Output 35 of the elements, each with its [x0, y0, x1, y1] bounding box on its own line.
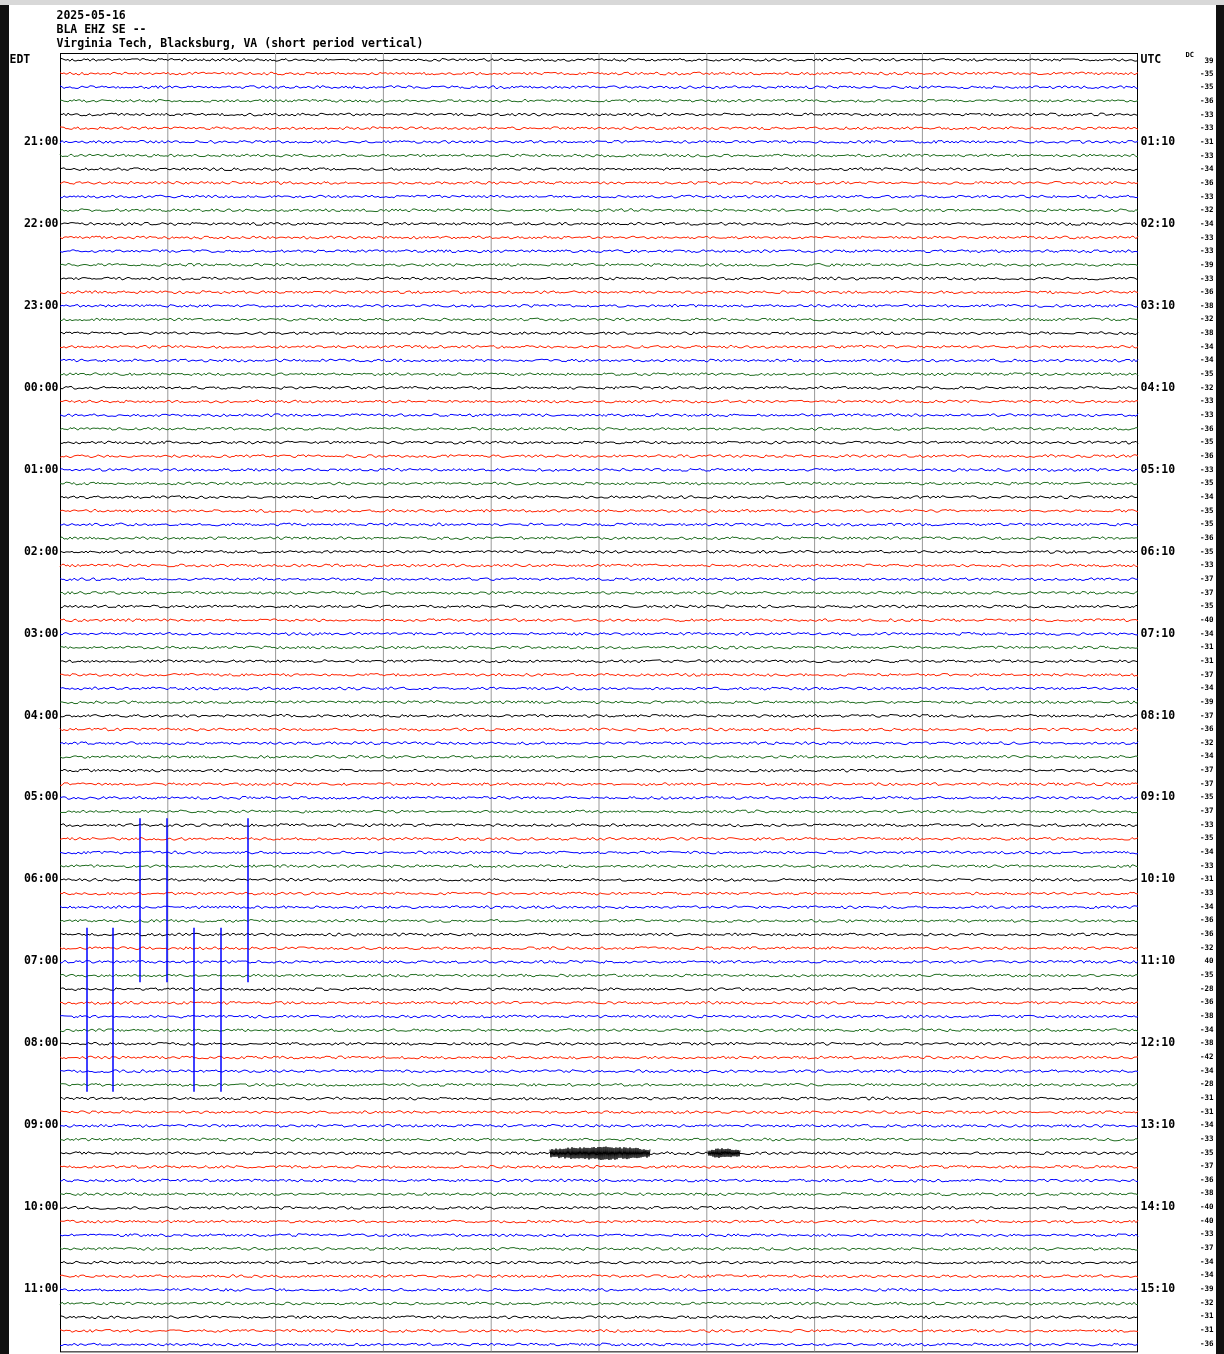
- time-label: 09:10: [1139, 790, 1176, 805]
- time-label: 03:10: [1139, 298, 1176, 313]
- time-label: 23:00: [23, 298, 60, 313]
- time-label: 01:10: [1139, 134, 1176, 149]
- time-label: 10:00: [23, 1200, 60, 1214]
- plot-date: 2025-05-16: [56, 8, 127, 22]
- time-label: 08:00: [23, 1036, 60, 1050]
- time-label: 06:00: [23, 872, 60, 887]
- time-label: 08:10: [1139, 708, 1176, 723]
- time-label: 10:10: [1139, 872, 1176, 887]
- timezone-label: EDT: [9, 53, 31, 67]
- time-label: 02:10: [1139, 216, 1176, 231]
- time-label: 04:10: [1139, 380, 1176, 395]
- timezone-label: UTC: [1139, 53, 1162, 67]
- time-label: 11:00: [23, 1282, 60, 1296]
- time-label: 07:10: [1139, 626, 1176, 641]
- time-label: 01:00: [23, 462, 60, 477]
- time-label: 02:00: [23, 544, 60, 559]
- station-code: BLA EHZ SE --: [56, 22, 148, 36]
- time-label: 11:10: [1139, 954, 1176, 968]
- time-label: 03:00: [23, 626, 60, 641]
- time-label: 06:10: [1139, 544, 1176, 559]
- time-label: 22:00: [23, 216, 60, 231]
- time-label: 13:10: [1139, 1118, 1176, 1132]
- time-label: 00:00: [23, 380, 60, 395]
- time-label: 14:10: [1139, 1200, 1176, 1214]
- station-description: Virginia Tech, Blacksburg, VA (short period vertical): [56, 36, 425, 50]
- time-label: 12:10: [1139, 1036, 1176, 1050]
- time-label: 15:10: [1139, 1282, 1176, 1296]
- time-label: 04:00: [23, 708, 60, 723]
- time-label: 09:00: [23, 1118, 60, 1132]
- time-label: 21:00: [23, 134, 60, 149]
- time-label: 07:00: [23, 954, 60, 968]
- time-label: 05:00: [23, 790, 60, 805]
- time-label: 05:10: [1139, 462, 1176, 477]
